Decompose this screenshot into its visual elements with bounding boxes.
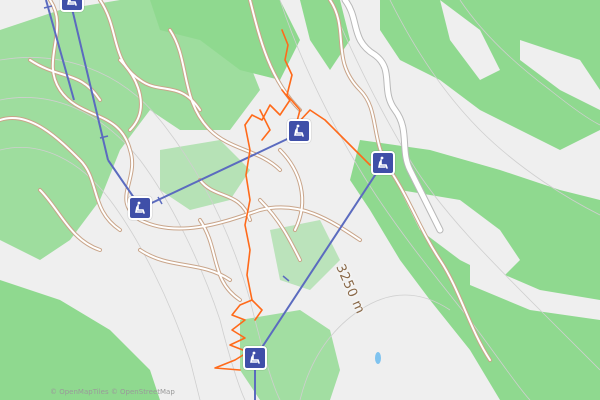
chairlift-center-icon[interactable] <box>287 119 311 143</box>
chairlift-right-icon[interactable] <box>371 151 395 175</box>
chairlift-bottom-icon[interactable] <box>243 346 267 370</box>
map-base-layer <box>0 0 600 400</box>
chairlift-left-icon[interactable] <box>128 196 152 220</box>
chairlift-icon <box>135 201 145 214</box>
chairlift-icon <box>250 351 260 364</box>
chairlift-icon <box>67 0 77 6</box>
map-canvas[interactable]: 3250 m © OpenMapTiles © OpenStreetMap <box>0 0 600 400</box>
chairlift-icon <box>378 156 388 169</box>
map-attribution[interactable]: © OpenMapTiles © OpenStreetMap <box>50 388 175 396</box>
chairlift-top-left-icon[interactable] <box>60 0 84 12</box>
chairlift-icon <box>294 124 304 137</box>
lake <box>375 352 381 364</box>
